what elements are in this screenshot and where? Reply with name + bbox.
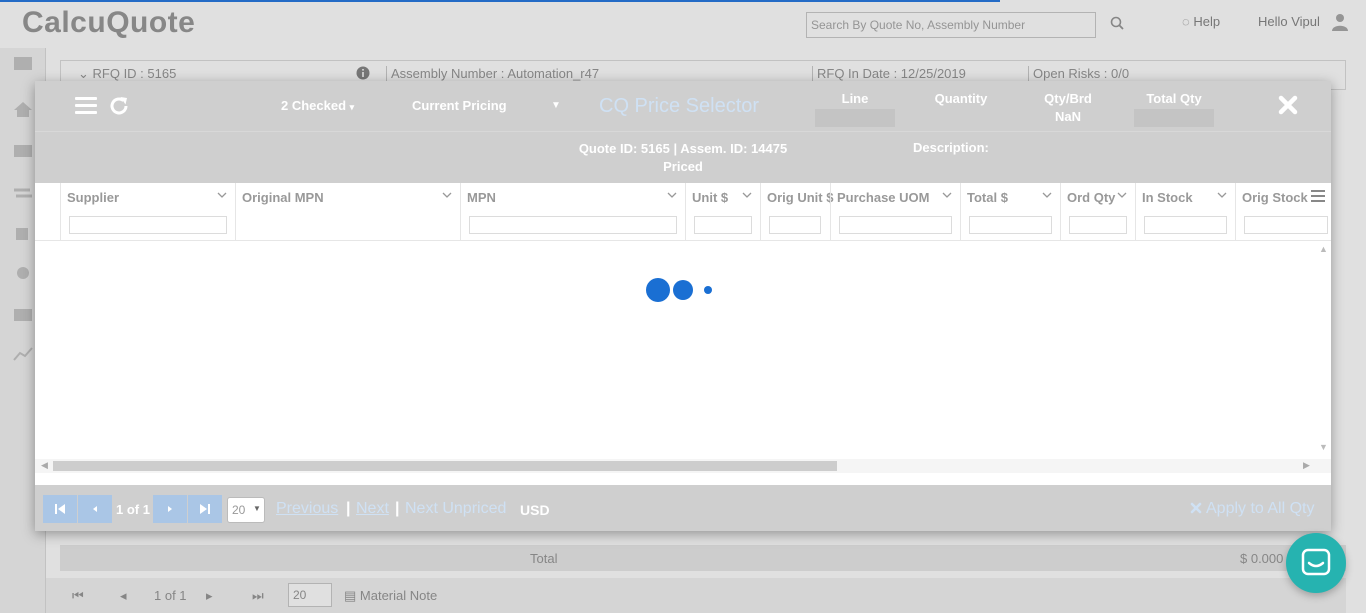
pricing-select[interactable]: Current Pricing — [412, 98, 558, 113]
scroll-right-arrow[interactable]: ▶ — [1303, 460, 1310, 471]
page-indicator: 1 of 1 — [116, 502, 150, 517]
next-page-icon — [168, 506, 172, 512]
column-supplier[interactable]: Supplier — [60, 183, 235, 240]
price-selector-modal: 2 Checked ▾ Current Pricing ▼ CQ Price S… — [35, 81, 1331, 531]
caret-down-icon: ▾ — [349, 102, 355, 112]
column-label: Unit $ — [692, 190, 729, 205]
scroll-up-arrow[interactable]: ▲ — [1319, 244, 1328, 254]
column-label: Supplier — [67, 190, 120, 205]
ord-qty-filter-input[interactable] — [1069, 216, 1127, 234]
chevron-down-icon[interactable] — [742, 191, 752, 199]
qty-brd-value: NaN — [1054, 109, 1081, 124]
line-header: Line — [841, 91, 869, 106]
quote-info: Quote ID: 5165 | Assem. ID: 14475 Priced — [567, 140, 799, 176]
menu-icon[interactable] — [75, 97, 97, 115]
column-label: MPN — [467, 190, 496, 205]
prev-page-button[interactable] — [78, 495, 112, 523]
modal-footer: 1 of 1 20 ▼ Previous | Next | Next Unpri… — [35, 485, 1331, 531]
horizontal-scrollbar[interactable]: ◀ ▶ — [35, 459, 1331, 473]
scroll-down-arrow[interactable]: ▼ — [1319, 442, 1328, 452]
column-orig-unit-price[interactable]: Orig Unit $ — [760, 183, 834, 240]
column-label: Purchase UOM — [837, 190, 930, 205]
checked-label: 2 Checked — [281, 98, 347, 113]
prev-page-icon — [93, 506, 97, 512]
chevron-down-icon[interactable] — [1042, 191, 1052, 199]
quote-info-bar: Quote ID: 5165 | Assem. ID: 14475 Priced… — [35, 131, 1331, 183]
supplier-filter-input[interactable] — [69, 216, 227, 234]
grid-body: ▲ ▼ — [35, 241, 1331, 459]
column-label: Total $ — [967, 190, 1008, 205]
previous-link[interactable]: Previous — [276, 500, 338, 518]
next-link[interactable]: Next — [356, 500, 389, 518]
column-purchase-uom[interactable]: Purchase UOM — [830, 183, 960, 240]
chevron-down-icon[interactable] — [942, 191, 952, 199]
first-page-button[interactable] — [43, 495, 77, 523]
apply-to-all-qty-button[interactable]: Apply to All Qty — [1190, 500, 1315, 518]
modal-title: CQ Price Selector — [599, 95, 760, 117]
total-qty-header: Total Qty — [1146, 91, 1202, 106]
quote-status: Priced — [663, 159, 703, 174]
checked-dropdown[interactable]: 2 Checked ▾ — [281, 98, 354, 113]
column-menu-icon[interactable] — [1311, 190, 1325, 202]
in-stock-filter-input[interactable] — [1144, 216, 1227, 234]
loader-dot — [704, 286, 712, 294]
line-input[interactable] — [815, 109, 895, 127]
chevron-down-icon[interactable] — [442, 191, 452, 199]
description-label: Description: — [913, 140, 989, 155]
chevron-down-icon[interactable] — [217, 191, 227, 199]
link-separator: | — [346, 500, 351, 517]
qty-brd-header: Qty/Brd — [1044, 91, 1092, 106]
column-label: Orig Stock — [1242, 190, 1308, 205]
column-in-stock[interactable]: In Stock — [1135, 183, 1235, 240]
column-original-mpn[interactable]: Original MPN — [235, 183, 460, 240]
scrollbar-thumb[interactable] — [53, 461, 837, 471]
orig-unit-price-filter-input[interactable] — [769, 216, 821, 234]
refresh-icon[interactable] — [107, 94, 131, 118]
grid-header: Supplier Original MPN MPN Unit $ Orig Un… — [35, 183, 1331, 241]
close-icon[interactable] — [1277, 94, 1299, 116]
close-icon — [1190, 502, 1202, 514]
chat-icon — [1301, 548, 1331, 576]
modal-header: 2 Checked ▾ Current Pricing ▼ CQ Price S… — [35, 81, 1331, 131]
column-label: In Stock — [1142, 190, 1193, 205]
next-page-button[interactable] — [153, 495, 187, 523]
column-label: Ord Qty — [1067, 190, 1116, 205]
apply-to-all-label: Apply to All Qty — [1206, 500, 1315, 517]
loader-dot — [646, 278, 670, 302]
quote-assembly-id: Quote ID: 5165 | Assem. ID: 14475 — [578, 141, 788, 156]
column-total-price[interactable]: Total $ — [960, 183, 1060, 240]
chat-launcher-button[interactable] — [1286, 533, 1346, 593]
total-price-filter-input[interactable] — [969, 216, 1052, 234]
chevron-down-icon[interactable] — [1217, 191, 1227, 199]
caret-down-icon: ▼ — [253, 504, 261, 513]
mpn-filter-input[interactable] — [469, 216, 677, 234]
scroll-left-arrow[interactable]: ◀ — [41, 460, 48, 471]
column-mpn[interactable]: MPN — [460, 183, 685, 240]
page-size-select[interactable]: 20 ▼ — [227, 497, 265, 523]
last-page-icon — [200, 504, 210, 514]
chevron-down-icon[interactable] — [667, 191, 677, 199]
column-unit-price[interactable]: Unit $ — [685, 183, 760, 240]
pricing-caret-icon: ▼ — [551, 100, 561, 111]
column-label: Orig Unit $ — [767, 190, 834, 205]
chevron-down-icon[interactable] — [1117, 191, 1127, 199]
purchase-uom-filter-input[interactable] — [839, 216, 952, 234]
last-page-button[interactable] — [188, 495, 222, 523]
unit-price-filter-input[interactable] — [694, 216, 752, 234]
quantity-header: Quantity — [934, 91, 988, 106]
loading-spinner — [645, 277, 725, 303]
first-page-icon — [55, 504, 65, 514]
total-qty-input[interactable] — [1134, 109, 1214, 127]
page-size-value: 20 — [232, 503, 246, 517]
orig-stock-filter-input[interactable] — [1244, 216, 1328, 234]
column-label: Original MPN — [242, 190, 324, 205]
link-separator: | — [395, 500, 400, 517]
column-ord-qty[interactable]: Ord Qty — [1060, 183, 1135, 240]
next-unpriced-link[interactable]: Next Unpriced — [405, 500, 506, 518]
loader-dot — [673, 280, 693, 300]
currency-label: USD — [520, 502, 550, 518]
